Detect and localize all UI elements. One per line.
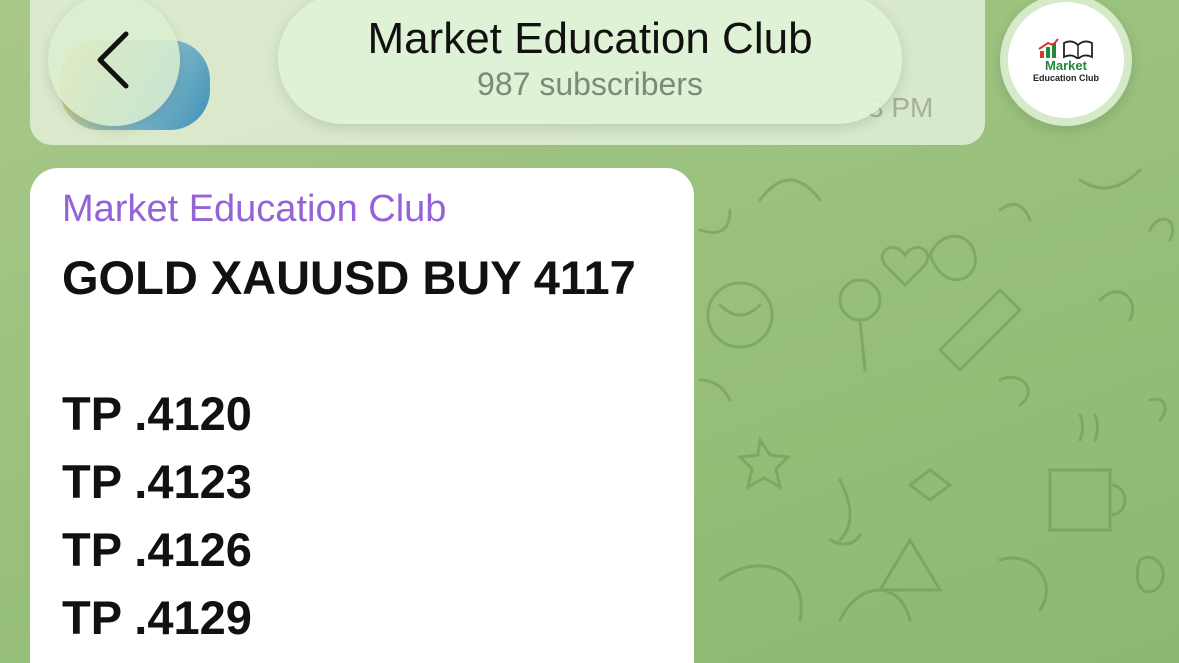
message-line: GOLD XAUUSD BUY 4117 xyxy=(62,251,636,304)
message-line: TP .4129 xyxy=(62,591,252,644)
message-bubble[interactable]: Market Education Club GOLD XAUUSD BUY 41… xyxy=(30,168,694,663)
message-line: TP .4120 xyxy=(62,387,252,440)
message-line: TP .4123 xyxy=(62,455,252,508)
logo-text-market: Market xyxy=(1045,57,1087,73)
bar-chart-book-icon xyxy=(1038,37,1093,59)
back-button[interactable] xyxy=(48,0,180,126)
channel-header[interactable]: Market Education Club 987 subscribers xyxy=(278,0,902,124)
channel-logo: Market Education Club xyxy=(1008,2,1124,118)
message-sender-name: Market Education Club xyxy=(62,188,447,230)
message-line xyxy=(62,312,636,380)
message-line: TP .4126 xyxy=(62,523,252,576)
channel-title: Market Education Club xyxy=(367,14,813,63)
logo-text-education-club: Education Club xyxy=(1033,72,1099,83)
channel-avatar[interactable]: Market Education Club xyxy=(1000,0,1132,126)
chevron-left-icon xyxy=(97,31,129,89)
message-text: GOLD XAUUSD BUY 4117 TP .4120 TP .4123 T… xyxy=(62,244,636,652)
subscriber-count: 987 subscribers xyxy=(477,66,703,102)
